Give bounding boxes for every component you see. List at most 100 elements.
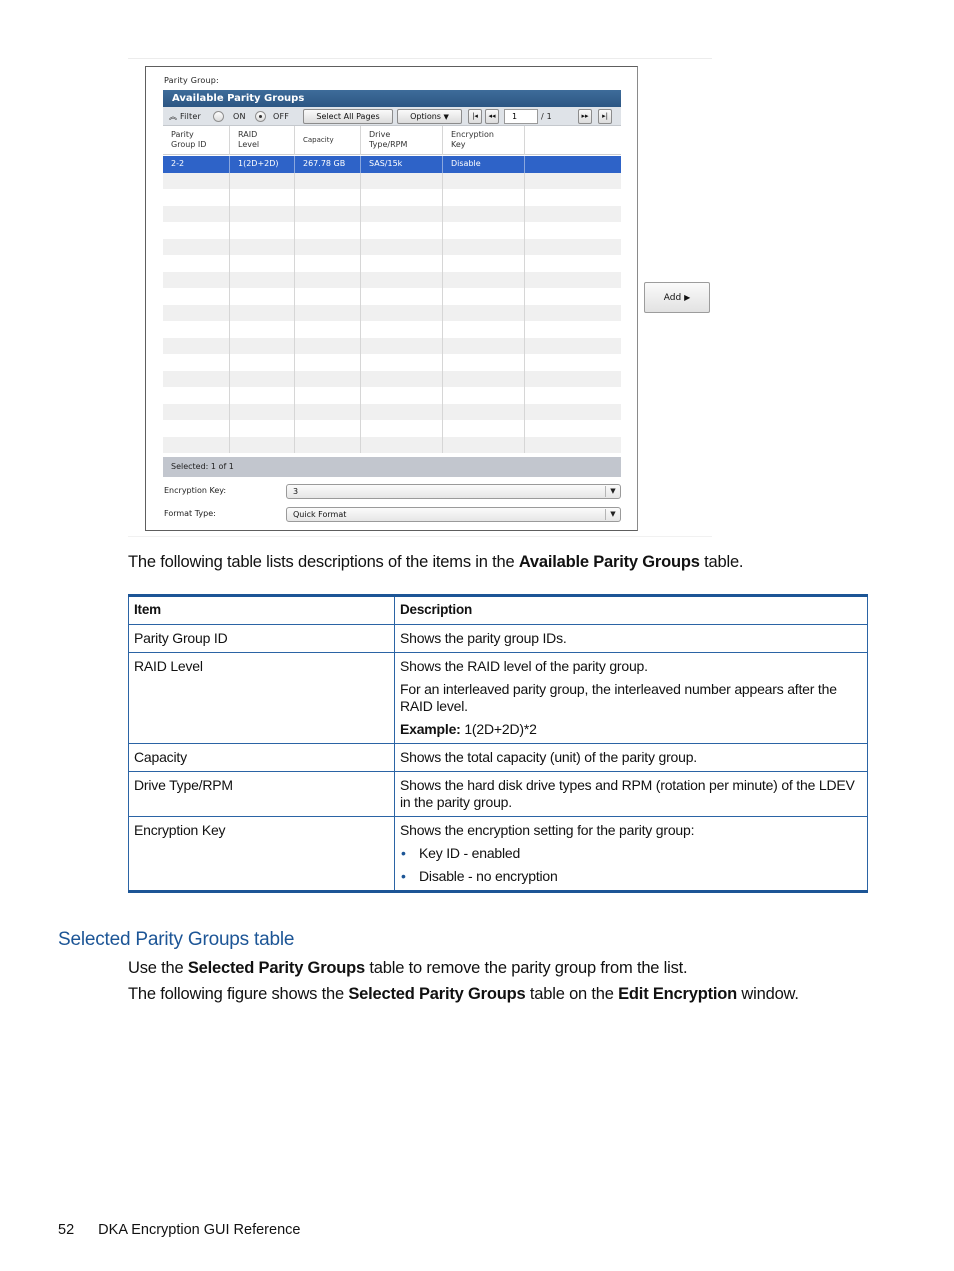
section-paragraph-2: The following figure shows the Selected …: [128, 985, 799, 1004]
bold-text: Edit Encryption: [618, 985, 738, 1003]
dropdown-arrow-icon: ▼: [605, 509, 620, 520]
filter-on-radio[interactable]: [213, 111, 224, 122]
section-heading: Selected Parity Groups table: [58, 929, 295, 950]
page-total: / 1: [541, 112, 552, 121]
grid-row-empty: [163, 172, 621, 189]
grid-cell: [230, 420, 295, 437]
item-cell: RAID Level: [128, 652, 395, 744]
grid-cell: [163, 288, 230, 305]
column-header-parity-group-id[interactable]: Parity Group ID: [163, 126, 230, 155]
add-button[interactable]: Add ▶: [644, 282, 710, 313]
next-page-button[interactable]: ▸▸: [578, 109, 592, 124]
column-header-drive-type-rpm[interactable]: Drive Type/RPM: [361, 126, 443, 155]
description-text: Shows the hard disk drive types and RPM …: [400, 777, 855, 810]
grid-cell: [443, 370, 525, 387]
grid-cell: [295, 205, 361, 222]
grid-cell: [230, 436, 295, 453]
last-page-button[interactable]: ▸|: [598, 109, 612, 124]
previous-page-icon: ◂◂: [488, 112, 496, 120]
grid-cell: [230, 337, 295, 354]
grid-cell: [361, 288, 443, 305]
first-page-icon: |◂: [472, 112, 478, 120]
grid-cell: [163, 222, 230, 239]
column-header-line: Encryption: [451, 130, 494, 139]
dropdown-arrow-icon: ▼: [605, 486, 620, 497]
format-type-select[interactable]: Quick Format ▼: [286, 507, 621, 522]
bold-text: Available Parity Groups: [518, 553, 700, 571]
grid-cell: [295, 238, 361, 255]
grid-cell: [163, 304, 230, 321]
filter-toggle[interactable]: ︽ Filter: [169, 107, 201, 126]
table-header-row: Item Description: [128, 594, 868, 625]
grid-row-empty: [163, 403, 621, 420]
grid-cell: 267.78 GB: [295, 156, 361, 173]
parity-group-panel: Parity Group: Available Parity Groups ︽ …: [145, 66, 638, 531]
grid-cell: [525, 437, 621, 454]
section-paragraph-1: Use the Selected Parity Groups table to …: [128, 959, 688, 978]
footer-title: DKA Encryption GUI Reference: [98, 1222, 301, 1238]
grid-cell: [295, 354, 361, 371]
grid-cell: [525, 255, 621, 272]
grid-cell: [295, 172, 361, 189]
last-page-icon: ▸|: [602, 112, 608, 120]
grid-cell: [230, 172, 295, 189]
grid-cell: [443, 238, 525, 255]
grid-cell: [230, 271, 295, 288]
description-text: Shows the encryption setting for the par…: [400, 822, 695, 838]
first-page-button[interactable]: |◂: [468, 109, 482, 124]
grid-cell: [230, 205, 295, 222]
grid-row-empty: [163, 420, 621, 437]
grid-cell: [230, 387, 295, 404]
table-row: Encryption Key Shows the encryption sett…: [128, 816, 868, 893]
grid-row-empty: [163, 238, 621, 256]
grid-row[interactable]: 2-2 1(2D+2D) 267.78 GB SAS/15k Disable: [163, 156, 621, 173]
grid-row-empty: [163, 387, 621, 404]
column-header-line: Group ID: [171, 140, 207, 149]
select-all-pages-button[interactable]: Select All Pages: [303, 109, 393, 124]
page-number-input[interactable]: 1: [504, 109, 538, 124]
format-type-label: Format Type:: [164, 509, 216, 518]
grid-cell: [525, 420, 621, 437]
table-row: Capacity Shows the total capacity (unit)…: [128, 743, 868, 772]
column-header-line: Capacity: [303, 136, 334, 144]
filter-off-radio[interactable]: [255, 111, 266, 122]
grid-cell: [230, 238, 295, 255]
grid-cell: [361, 387, 443, 404]
grid-cell: [163, 354, 230, 371]
description-text: Shows the RAID level of the parity group…: [400, 658, 648, 674]
filter-label: Filter: [179, 112, 201, 121]
triangle-right-icon: ▶: [684, 293, 691, 302]
grid-cell: [361, 436, 443, 453]
column-header-encryption-key[interactable]: Encryption Key: [443, 126, 525, 155]
grid-cell: [230, 403, 295, 420]
encryption-key-value: 3: [293, 487, 299, 496]
grid-cell: [361, 172, 443, 189]
grid-cell: [525, 206, 621, 223]
page-number: 52: [58, 1222, 75, 1238]
column-header-capacity[interactable]: Capacity: [295, 126, 361, 155]
table-row: RAID Level Shows the RAID level of the p…: [128, 652, 868, 744]
column-header-raid-level[interactable]: RAID Level: [230, 126, 295, 155]
grid-row-empty: [163, 337, 621, 355]
grid-cell: [295, 436, 361, 453]
encryption-key-select[interactable]: 3 ▼: [286, 484, 621, 499]
grid-cell: [525, 239, 621, 256]
grid-cell: [230, 222, 295, 239]
grid-cell: [163, 403, 230, 420]
grid-cell: [443, 403, 525, 420]
grid-title: Available Parity Groups: [163, 90, 621, 107]
grid-cell: [230, 288, 295, 305]
grid-cell: [230, 255, 295, 272]
example-label: Example:: [400, 721, 461, 737]
grid-row-empty: [163, 370, 621, 387]
table-row: Parity Group ID Shows the parity group I…: [128, 624, 868, 653]
grid-cell: [163, 436, 230, 453]
grid-cell: [443, 189, 525, 206]
grid-cell: [525, 338, 621, 355]
grid-cell: [295, 321, 361, 338]
options-button[interactable]: Options ▼: [397, 109, 462, 124]
previous-page-button[interactable]: ◂◂: [485, 109, 499, 124]
intro-paragraph: The following table lists descriptions o…: [128, 553, 744, 572]
grid-cell: [525, 305, 621, 322]
text: table to remove the parity group from th…: [365, 959, 688, 977]
